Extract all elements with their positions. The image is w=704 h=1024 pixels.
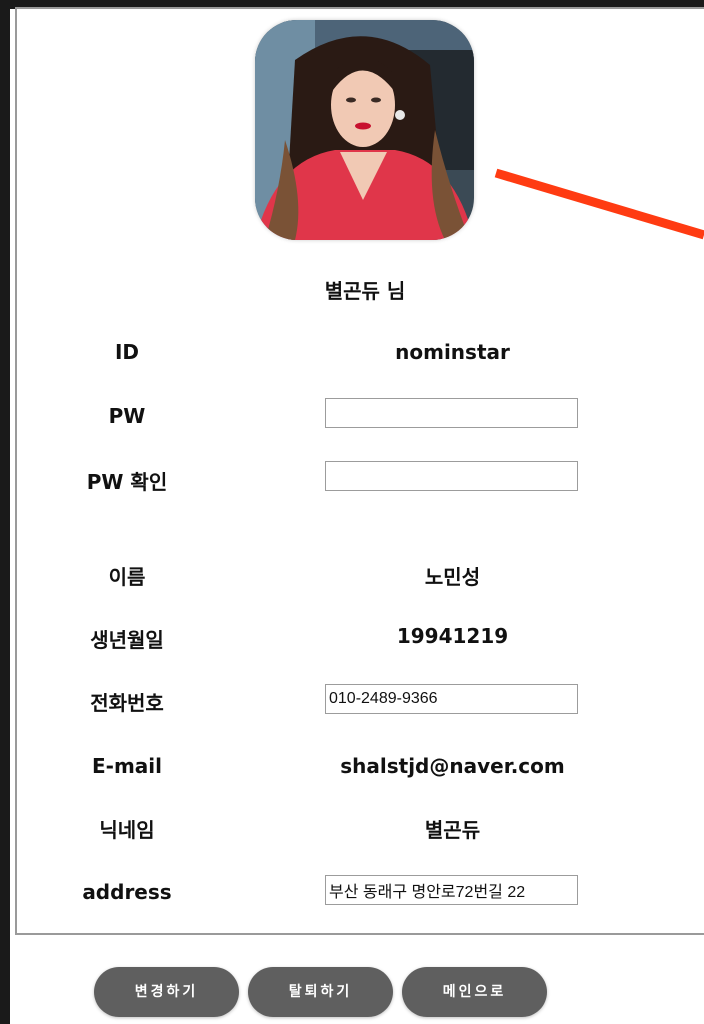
phone-input[interactable]	[325, 684, 578, 714]
pw-label: PW	[108, 404, 146, 428]
name-value: 노민성	[424, 565, 481, 589]
address-input[interactable]	[325, 875, 578, 905]
birth-value: 19941219	[396, 624, 509, 648]
email-label: E-mail	[91, 754, 162, 778]
window-frame-left	[0, 0, 10, 1024]
id-label: ID	[114, 340, 140, 364]
birth-label: 생년월일	[90, 628, 164, 652]
profile-photo	[255, 20, 474, 240]
pw-confirm-input[interactable]	[325, 461, 578, 491]
address-label: address	[82, 880, 172, 904]
id-value: nominstar	[395, 340, 510, 364]
name-label: 이름	[108, 565, 146, 589]
pw-confirm-label: PW 확인	[86, 470, 168, 494]
main-button[interactable]: 메인으로	[402, 967, 547, 1017]
nickname-label: 닉네임	[99, 818, 155, 842]
phone-label: 전화번호	[90, 691, 164, 715]
withdraw-button[interactable]: 탈퇴하기	[248, 967, 393, 1017]
email-value: shalstjd@naver.com	[340, 754, 565, 778]
nickname-value: 별곤듀	[424, 818, 481, 842]
user-greeting: 별곤듀 님	[324, 279, 406, 303]
pw-input[interactable]	[325, 398, 578, 428]
red-arrow-annotation	[494, 168, 704, 240]
edit-button[interactable]: 변경하기	[94, 967, 239, 1017]
